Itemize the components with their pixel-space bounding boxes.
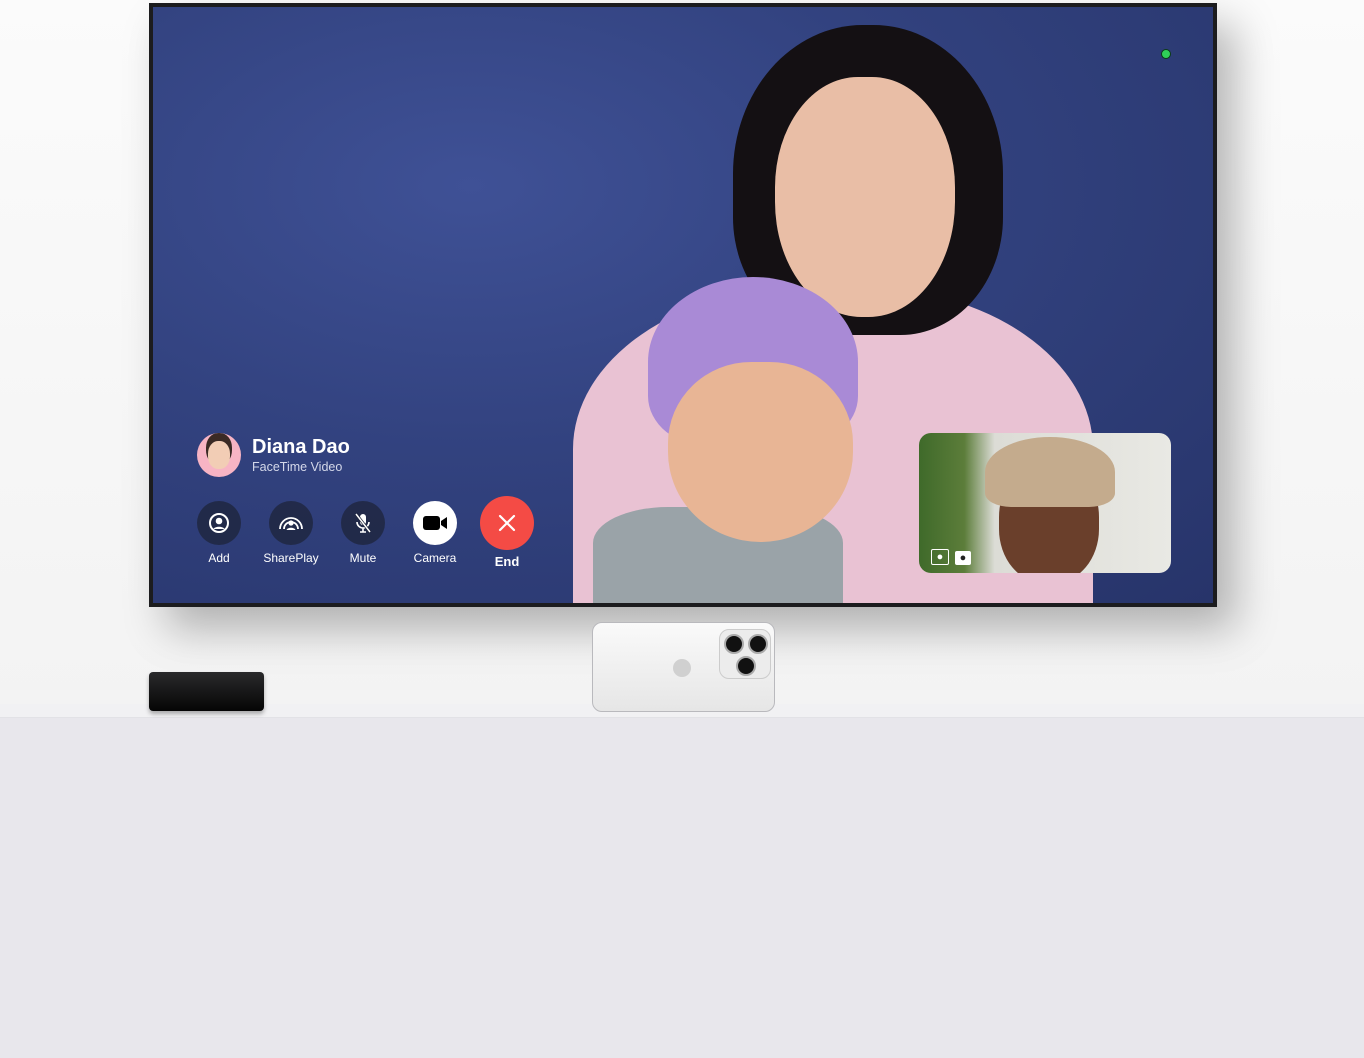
caller-info: Diana Dao FaceTime Video bbox=[197, 433, 350, 477]
iphone-device bbox=[592, 622, 775, 712]
add-button[interactable]: Add bbox=[179, 501, 259, 565]
caller-name: Diana Dao bbox=[252, 436, 350, 458]
camera-label: Camera bbox=[413, 551, 457, 565]
camera-lens bbox=[736, 656, 756, 676]
camera-button[interactable]: Camera bbox=[395, 501, 475, 565]
close-x-icon bbox=[498, 514, 516, 532]
end-call-button[interactable]: End bbox=[467, 496, 547, 569]
apple-tv-device bbox=[149, 672, 264, 711]
shareplay-icon bbox=[279, 517, 303, 530]
shareplay-label: SharePlay bbox=[263, 551, 319, 565]
self-view-video[interactable]: ● ● bbox=[919, 433, 1171, 573]
tv-frame: Diana Dao FaceTime Video Add SharePlay M… bbox=[149, 3, 1217, 607]
video-child-face bbox=[668, 362, 853, 542]
caller-avatar bbox=[197, 433, 241, 477]
center-stage-icon[interactable]: ● bbox=[931, 549, 949, 565]
mute-button[interactable]: Mute bbox=[323, 501, 403, 565]
portrait-icon[interactable]: ● bbox=[955, 551, 971, 565]
self-view-hat bbox=[985, 437, 1115, 507]
person-circle-icon bbox=[209, 513, 229, 533]
add-label: Add bbox=[208, 551, 230, 565]
video-person-face bbox=[775, 77, 955, 317]
floor bbox=[0, 718, 1364, 1058]
shareplay-button[interactable]: SharePlay bbox=[251, 501, 331, 565]
video-camera-icon bbox=[423, 516, 447, 530]
mic-slash-icon bbox=[354, 513, 372, 533]
camera-module bbox=[719, 629, 771, 679]
call-type: FaceTime Video bbox=[252, 460, 343, 474]
camera-active-indicator bbox=[1161, 49, 1171, 59]
camera-lens bbox=[724, 634, 744, 654]
mute-label: Mute bbox=[349, 551, 377, 565]
apple-logo-icon bbox=[673, 659, 691, 677]
camera-lens bbox=[748, 634, 768, 654]
end-label: End bbox=[494, 554, 520, 569]
facetime-screen: Diana Dao FaceTime Video Add SharePlay M… bbox=[153, 7, 1213, 603]
